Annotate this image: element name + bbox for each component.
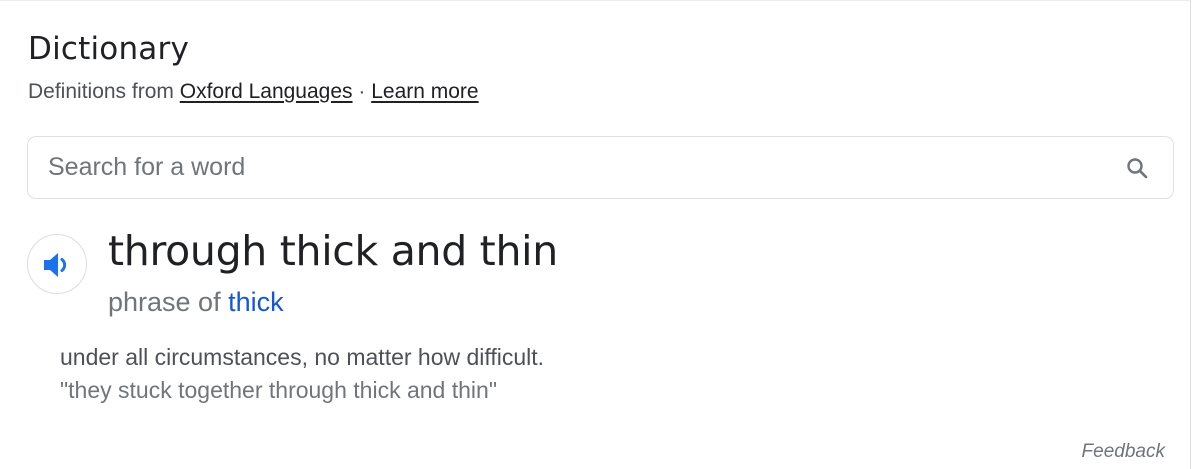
feedback-link[interactable]: Feedback	[1082, 441, 1165, 463]
dictionary-card: Dictionary Definitions from Oxford Langu…	[0, 0, 1191, 469]
source-separator: ·	[358, 80, 366, 103]
pronunciation-button[interactable]	[27, 234, 87, 294]
search-input[interactable]	[48, 137, 1108, 198]
example-sentence: "they stuck together through thick and t…	[60, 377, 497, 403]
source-line: Definitions from Oxford Languages · Lear…	[28, 80, 479, 104]
phrase-line: phrase of thick	[108, 287, 284, 318]
speaker-icon	[44, 253, 67, 277]
oxford-languages-link[interactable]: Oxford Languages	[180, 80, 353, 103]
definition-text: under all circumstances, no matter how d…	[60, 344, 545, 370]
source-prefix: Definitions from	[28, 80, 174, 103]
learn-more-link[interactable]: Learn more	[371, 80, 478, 103]
phrase-link-thick[interactable]: thick	[228, 287, 284, 317]
search-icon[interactable]	[1125, 156, 1149, 180]
dictionary-title: Dictionary	[28, 31, 189, 67]
headword: through thick and thin	[108, 227, 558, 275]
phrase-prefix: phrase of	[108, 287, 221, 317]
search-box[interactable]	[27, 136, 1174, 199]
